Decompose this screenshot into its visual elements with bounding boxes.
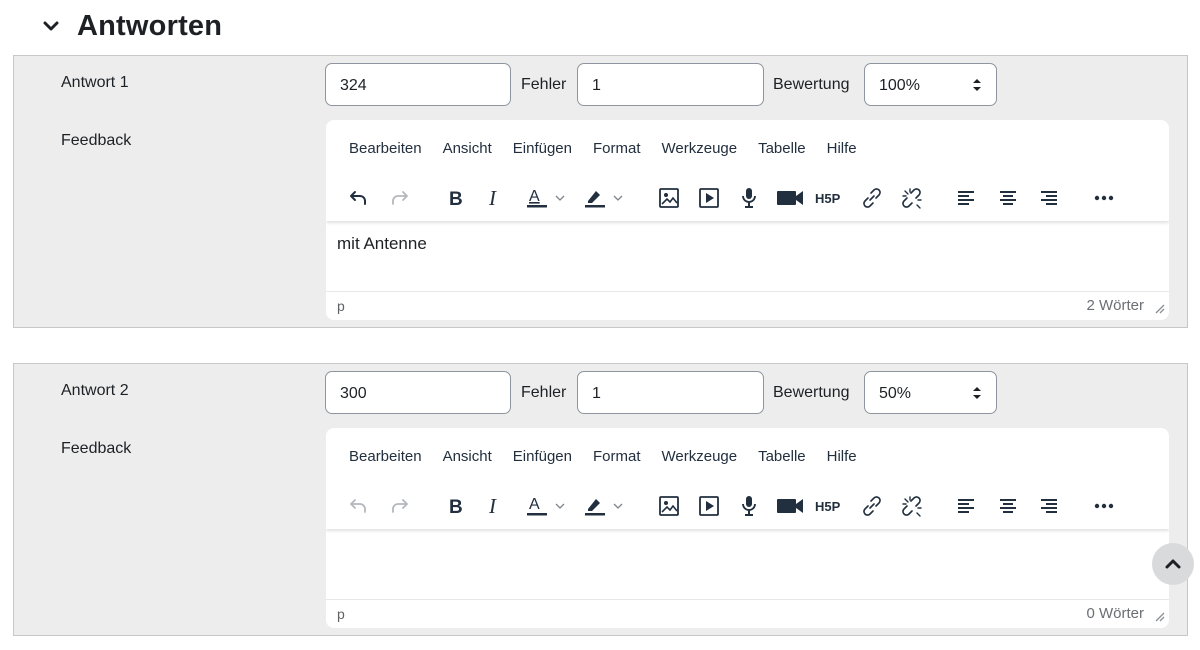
bewertung-select[interactable]: 100% bbox=[864, 63, 997, 106]
editor-toolbar: B I A H5P bbox=[326, 176, 1169, 221]
fehler-label: Fehler bbox=[521, 384, 567, 401]
svg-text:I: I bbox=[488, 189, 497, 207]
link-icon[interactable] bbox=[857, 490, 887, 522]
bold-icon[interactable]: B bbox=[440, 490, 470, 522]
svg-text:B: B bbox=[449, 189, 463, 207]
menu-edit[interactable]: Bearbeiten bbox=[349, 448, 422, 465]
undo-icon[interactable] bbox=[343, 490, 373, 522]
menu-view[interactable]: Ansicht bbox=[443, 448, 492, 465]
element-path[interactable]: p bbox=[337, 298, 345, 314]
bewertung-label: Bewertung bbox=[773, 384, 850, 401]
answer-block-1: Antwort 1 324 Fehler 1 Bewertung 100% Fe… bbox=[13, 55, 1188, 328]
chevron-up-icon bbox=[1165, 559, 1181, 569]
bewertung-selected-value: 100% bbox=[879, 77, 920, 94]
answer-input[interactable]: 324 bbox=[325, 63, 511, 106]
menu-edit[interactable]: Bearbeiten bbox=[349, 140, 422, 157]
media-icon[interactable] bbox=[694, 490, 724, 522]
feedback-label: Feedback bbox=[61, 132, 132, 149]
fehler-input[interactable]: 1 bbox=[577, 63, 764, 106]
align-right-icon[interactable] bbox=[1034, 182, 1064, 214]
record-audio-icon[interactable] bbox=[734, 182, 764, 214]
element-path[interactable]: p bbox=[337, 606, 345, 622]
menu-format[interactable]: Format bbox=[593, 140, 641, 157]
menu-help[interactable]: Hilfe bbox=[827, 140, 857, 157]
answer-label: Antwort 1 bbox=[61, 74, 129, 91]
record-audio-icon[interactable] bbox=[734, 490, 764, 522]
select-caret-icon bbox=[973, 387, 981, 399]
align-center-icon[interactable] bbox=[993, 490, 1023, 522]
svg-text:A: A bbox=[529, 188, 540, 205]
italic-icon[interactable]: I bbox=[479, 182, 509, 214]
select-caret-icon bbox=[973, 79, 981, 91]
feedback-editor: Bearbeiten Ansicht Einfügen Format Werkz… bbox=[326, 428, 1169, 628]
bewertung-label: Bewertung bbox=[773, 76, 850, 93]
align-center-icon[interactable] bbox=[993, 182, 1023, 214]
image-icon[interactable] bbox=[654, 490, 684, 522]
align-left-icon[interactable] bbox=[951, 490, 981, 522]
answer-input[interactable]: 300 bbox=[325, 371, 511, 414]
feedback-label: Feedback bbox=[61, 440, 132, 457]
bold-icon[interactable]: B bbox=[440, 182, 470, 214]
media-icon[interactable] bbox=[694, 182, 724, 214]
menu-tools[interactable]: Werkzeuge bbox=[662, 448, 738, 465]
more-icon[interactable] bbox=[1089, 182, 1119, 214]
redo-icon[interactable] bbox=[385, 182, 415, 214]
editor-statusbar: p 2 Wörter bbox=[326, 291, 1169, 320]
record-video-icon[interactable] bbox=[775, 182, 805, 214]
chevron-down-icon[interactable] bbox=[40, 15, 62, 37]
section-header[interactable]: Antworten bbox=[40, 6, 222, 46]
answer-block-2: Antwort 2 300 Fehler 1 Bewertung 50% Fee… bbox=[13, 363, 1188, 636]
text-color-icon[interactable]: A bbox=[522, 490, 572, 522]
bewertung-selected-value: 50% bbox=[879, 385, 912, 402]
menu-insert[interactable]: Einfügen bbox=[513, 140, 572, 157]
menu-help[interactable]: Hilfe bbox=[827, 448, 857, 465]
word-count[interactable]: 0 Wörter bbox=[1086, 605, 1144, 622]
editor-toolbar: B I A H5P bbox=[326, 484, 1169, 529]
feedback-editor: Bearbeiten Ansicht Einfügen Format Werkz… bbox=[326, 120, 1169, 320]
editor-statusbar: p 0 Wörter bbox=[326, 599, 1169, 628]
resize-handle-icon[interactable] bbox=[1153, 610, 1165, 622]
menu-table[interactable]: Tabelle bbox=[758, 140, 806, 157]
section-title: Antworten bbox=[77, 9, 223, 42]
link-icon[interactable] bbox=[857, 182, 887, 214]
menu-insert[interactable]: Einfügen bbox=[513, 448, 572, 465]
svg-text:A: A bbox=[529, 496, 540, 513]
align-left-icon[interactable] bbox=[951, 182, 981, 214]
editor-menubar: Bearbeiten Ansicht Einfügen Format Werkz… bbox=[326, 120, 1169, 176]
undo-icon[interactable] bbox=[343, 182, 373, 214]
h5p-icon[interactable]: H5P bbox=[814, 490, 844, 522]
menu-tools[interactable]: Werkzeuge bbox=[662, 140, 738, 157]
record-video-icon[interactable] bbox=[775, 490, 805, 522]
menu-view[interactable]: Ansicht bbox=[443, 140, 492, 157]
more-icon[interactable] bbox=[1089, 490, 1119, 522]
highlight-color-icon[interactable] bbox=[580, 490, 630, 522]
redo-icon[interactable] bbox=[385, 490, 415, 522]
answer-label: Antwort 2 bbox=[61, 382, 129, 399]
editor-content[interactable]: mit Antenne bbox=[337, 234, 427, 254]
fehler-label: Fehler bbox=[521, 76, 567, 93]
unlink-icon[interactable] bbox=[897, 182, 927, 214]
text-color-icon[interactable]: A bbox=[522, 182, 572, 214]
italic-icon[interactable]: I bbox=[479, 490, 509, 522]
menu-format[interactable]: Format bbox=[593, 448, 641, 465]
unlink-icon[interactable] bbox=[897, 490, 927, 522]
resize-handle-icon[interactable] bbox=[1153, 302, 1165, 314]
word-count[interactable]: 2 Wörter bbox=[1086, 297, 1144, 314]
editor-menubar: Bearbeiten Ansicht Einfügen Format Werkz… bbox=[326, 428, 1169, 484]
h5p-icon[interactable]: H5P bbox=[814, 182, 844, 214]
svg-text:H5P: H5P bbox=[815, 499, 841, 514]
back-to-top-button[interactable] bbox=[1152, 543, 1194, 585]
bewertung-select[interactable]: 50% bbox=[864, 371, 997, 414]
svg-text:I: I bbox=[488, 497, 497, 515]
highlight-color-icon[interactable] bbox=[580, 182, 630, 214]
image-icon[interactable] bbox=[654, 182, 684, 214]
fehler-input[interactable]: 1 bbox=[577, 371, 764, 414]
svg-text:H5P: H5P bbox=[815, 191, 841, 206]
align-right-icon[interactable] bbox=[1034, 490, 1064, 522]
svg-text:B: B bbox=[449, 497, 463, 515]
menu-table[interactable]: Tabelle bbox=[758, 448, 806, 465]
